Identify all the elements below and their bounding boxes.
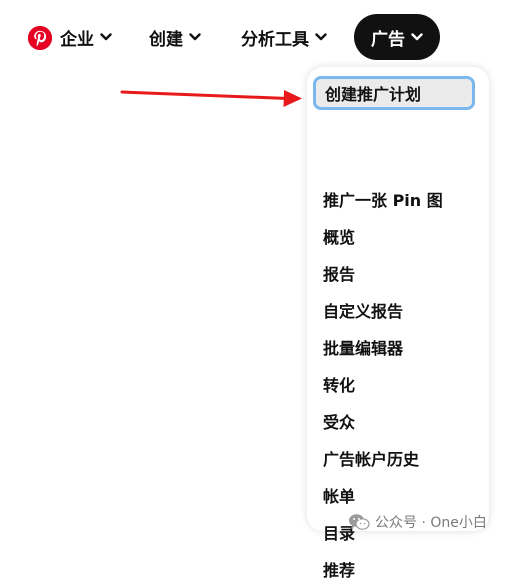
watermark: 公众号 · One小白 (348, 512, 487, 532)
pinterest-logo-icon[interactable] (28, 26, 52, 50)
nav-analytics-label: 分析工具 (241, 29, 309, 50)
menu-item-recommendations[interactable]: 推荐 (323, 561, 355, 581)
nav-business-label: 企业 (60, 29, 94, 50)
chevron-down-icon (189, 33, 201, 41)
nav-create-label: 创建 (149, 29, 183, 50)
ads-dropdown-menu: 创建推广计划 推广一张 Pin 图 概览 报告 自定义报告 批量编辑器 转化 受… (307, 67, 489, 580)
menu-item-audiences[interactable]: 受众 (323, 413, 355, 433)
menu-item-create-campaign[interactable]: 创建推广计划 (313, 76, 475, 110)
chevron-down-icon (100, 33, 112, 41)
chevron-down-icon (315, 33, 327, 41)
nav-business-dropdown[interactable]: 企业 (60, 14, 112, 60)
nav-ads-label: 广告 (371, 29, 405, 50)
nav-analytics-dropdown[interactable]: 分析工具 (241, 14, 327, 60)
menu-item-ad-account-history[interactable]: 广告帐户历史 (323, 450, 419, 470)
menu-item-overview[interactable]: 概览 (323, 228, 355, 248)
menu-item-custom-reports[interactable]: 自定义报告 (323, 302, 403, 322)
chevron-down-icon (411, 33, 423, 41)
wechat-icon (348, 513, 370, 531)
menu-item-promote-pin[interactable]: 推广一张 Pin 图 (323, 191, 443, 211)
menu-item-conversions[interactable]: 转化 (323, 376, 355, 396)
menu-item-bulk-editor[interactable]: 批量编辑器 (323, 339, 403, 359)
nav-ads-dropdown[interactable]: 广告 (354, 14, 440, 60)
nav-create-dropdown[interactable]: 创建 (149, 14, 201, 60)
menu-item-billing[interactable]: 帐单 (323, 487, 355, 507)
watermark-text: 公众号 · One小白 (375, 515, 487, 531)
menu-item-reporting[interactable]: 报告 (323, 265, 355, 285)
top-navigation-bar: 企业 创建 分析工具 广告 (0, 0, 512, 70)
